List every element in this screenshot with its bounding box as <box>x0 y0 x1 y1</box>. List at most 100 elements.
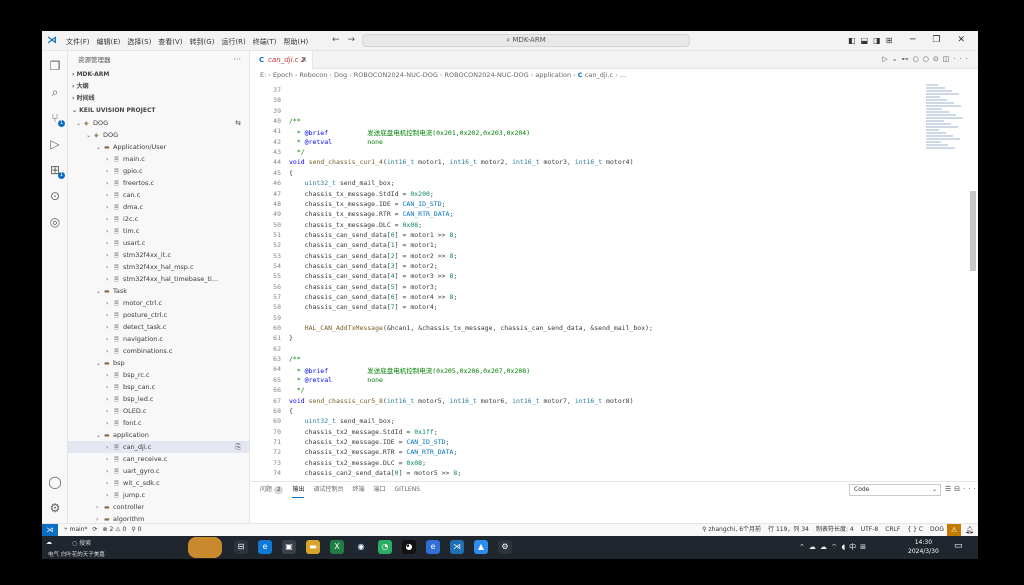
problems-status[interactable]: ⊗ 2 ⚠ 0 <box>103 524 127 536</box>
code-line[interactable]: * @retval none <box>289 138 383 146</box>
warning-icon[interactable]: ⚠ <box>947 524 961 536</box>
tree-file-item[interactable]: › 🗎︎ jump.c <box>68 489 249 501</box>
breadcrumb-item[interactable]: ROBOCON2024-NUC-DOG <box>354 71 438 79</box>
vscode-taskbar-icon[interactable]: ⋊ <box>450 540 464 554</box>
forward-arrow-icon[interactable]: → <box>348 35 364 45</box>
code-line[interactable]: chassis_tx_message.RTR = CAN_RTR_DATA; <box>289 210 454 218</box>
code-line[interactable]: uint32_t send_mail_box; <box>289 417 395 425</box>
code-line[interactable]: HAL_CAN_AddTxMessage(&hcan1, &chassis_tx… <box>289 324 653 332</box>
section-timeline[interactable]: › 时间线 <box>68 93 249 105</box>
tree-file-item[interactable]: › 🗎︎ can_receive.c <box>68 453 249 465</box>
lock-icon[interactable]: ⊟ <box>954 485 963 493</box>
account-icon[interactable]: ◯ <box>48 475 62 489</box>
photos-icon[interactable]: ▲ <box>474 540 488 554</box>
open-changes-icon[interactable]: ⊙ <box>933 55 943 63</box>
code-line[interactable]: */ <box>289 148 305 156</box>
breadcrumb-item[interactable]: E: <box>260 71 266 79</box>
breadcrumb-item[interactable]: ... <box>620 71 626 79</box>
close-tab-icon[interactable]: ✕ <box>301 51 307 69</box>
section-mdk-arm[interactable]: › MDK-ARM <box>68 69 249 81</box>
input-method-icon[interactable]: 中 <box>849 543 860 551</box>
task-view-icon[interactable]: ⊟ <box>234 540 248 554</box>
command-center[interactable]: ⌕ MDK-ARM <box>362 34 690 47</box>
vertical-scrollbar[interactable] <box>970 191 976 271</box>
qq-icon[interactable]: ◕ <box>402 540 416 554</box>
gitlens-icon[interactable]: ◎ <box>48 215 62 229</box>
tree-file-item[interactable]: › 🗎︎ font.c <box>68 417 249 429</box>
tree-file-item[interactable]: › 🗎︎ detect_task.c <box>68 321 249 333</box>
tab-gitlens[interactable]: GITLENS <box>395 482 421 498</box>
tree-file-item[interactable]: › 🗎︎ bsp_rc.c <box>68 369 249 381</box>
ime-options-icon[interactable]: ⊞ <box>860 543 870 551</box>
tree-file-item[interactable]: › 🗎︎ freertos.c <box>68 177 249 189</box>
tree-folder-item[interactable]: ⌄ ◈ DOG ⇆ <box>68 117 249 129</box>
code-line[interactable]: chassis_can_send_data[5] = motor3; <box>289 283 438 291</box>
extensions-icon[interactable]: ⊞ 1 <box>48 163 65 179</box>
search-icon[interactable]: ⌕ <box>48 85 62 99</box>
breadcrumb-item[interactable]: Epoch <box>273 71 293 79</box>
menu-item[interactable]: 选择(S) <box>127 37 151 47</box>
code-line[interactable]: { <box>289 407 293 415</box>
code-line[interactable]: { <box>289 169 293 177</box>
excel-icon[interactable]: X <box>330 540 344 554</box>
code-line[interactable]: void send_chassis_cur5_8(int16_t motor5,… <box>289 397 634 405</box>
notification-center-icon[interactable]: ▭ <box>954 541 963 551</box>
previous-change-icon[interactable]: ○ <box>913 55 923 63</box>
tree-folder-item[interactable]: ⌄ ▬ application <box>68 429 249 441</box>
onedrive-icon[interactable]: ☁ <box>820 543 831 551</box>
code-line[interactable]: chassis_can_send_data[6] = motor4 >> 8; <box>289 293 458 301</box>
encoding-status[interactable]: UTF-8 <box>861 524 879 536</box>
tree-folder-item[interactable]: › ▬ algorithm <box>68 513 249 523</box>
code-line[interactable]: chassis_tx_message.StdId = 0x200; <box>289 190 434 198</box>
run-debug-icon[interactable]: ▷ <box>48 137 62 151</box>
code-line[interactable]: chassis_can_send_data[3] = motor2; <box>289 262 438 270</box>
notifications-bell-icon[interactable]: 🔔︎ <box>965 524 974 536</box>
customize-layout-icon[interactable]: ⊞ <box>886 36 898 45</box>
code-view[interactable]: 37 38 39 40 /** 41 * @brief 发送底盘电机控制电流(0x201,… <box>251 84 966 501</box>
code-line[interactable]: chassis_can_send_data[7] = motor4; <box>289 303 438 311</box>
tree-file-item[interactable]: › 🗎︎ motor_ctrl.c <box>68 297 249 309</box>
menu-item[interactable]: 查看(V) <box>158 37 182 47</box>
ports-status[interactable]: ⚲ 0 <box>131 524 141 536</box>
minimap[interactable] <box>926 84 968 154</box>
tree-folder-item[interactable]: ⌄ ▬ Task <box>68 285 249 297</box>
code-line[interactable]: * @brief 发送底盘电机控制电流(0x205,0x206,0x207,0x… <box>289 365 530 375</box>
menu-item[interactable]: 帮助(H) <box>284 37 309 47</box>
tab-output[interactable]: 输出 <box>292 482 305 498</box>
more-actions-icon[interactable]: ··· <box>963 485 978 493</box>
tree-file-item[interactable]: › 🗎︎ stm32f4xx_hal_msp.c <box>68 261 249 273</box>
tree-folder-item[interactable]: ⌄ ◈ DOG <box>68 129 249 141</box>
tree-file-item[interactable]: › 🗎︎ gpio.c <box>68 165 249 177</box>
toggle-secondary-sidebar-icon[interactable]: ◨ <box>873 36 886 45</box>
branch-status[interactable]: ⑂ main* <box>64 524 88 536</box>
breadcrumb-item[interactable]: ROBOCON2024-NUC-DOG <box>445 71 529 79</box>
gitlens-compare-icon[interactable]: ⊷ <box>902 55 913 63</box>
tree-file-item[interactable]: › 🗎︎ stm32f4xx_it.c <box>68 249 249 261</box>
store-icon[interactable]: ▣ <box>282 540 296 554</box>
show-hidden-icons-icon[interactable]: ⌃ <box>799 543 809 551</box>
breadcrumb-item[interactable]: can_dji.c <box>585 71 613 79</box>
menu-item[interactable]: 编辑(E) <box>97 37 121 47</box>
tree-file-item[interactable]: › 🗎︎ posture_ctrl.c <box>68 309 249 321</box>
code-line[interactable]: } <box>289 334 293 342</box>
code-line[interactable]: chassis_can_send_data[1] = motor1; <box>289 241 438 249</box>
code-line[interactable]: chassis_can2_send_data[0] = motor5 >> 8; <box>289 469 462 477</box>
menu-item[interactable]: 运行(R) <box>221 37 245 47</box>
sync-icon[interactable]: ⟳ <box>93 524 98 536</box>
tree-file-item[interactable]: › 🗎︎ uart_gyro.c <box>68 465 249 477</box>
search-highlight-image[interactable] <box>188 537 222 558</box>
code-line[interactable]: /** <box>289 355 301 363</box>
eol-status[interactable]: CRLF <box>885 524 900 536</box>
code-line[interactable]: /** <box>289 117 301 125</box>
output-channel-select[interactable]: Code ⌄ <box>849 484 941 496</box>
code-line[interactable]: * @brief 发送底盘电机控制电流(0x201,0x202,0x203,0x… <box>289 127 530 137</box>
tab-can-dji[interactable]: Ccan_dji.c 2 ✕ <box>251 51 313 69</box>
indentation-status[interactable]: 制表符长度: 4 <box>816 524 854 536</box>
clock[interactable]: 14:30 2024/3/30 <box>908 538 939 556</box>
toggle-panel-icon[interactable]: ⬓ <box>861 36 874 45</box>
code-line[interactable]: * @retval none <box>289 376 383 384</box>
settings-taskbar-icon[interactable]: ⚙ <box>498 540 512 554</box>
file-explorer-icon[interactable]: ▬ <box>306 540 320 554</box>
back-arrow-icon[interactable]: ← <box>332 35 348 45</box>
tree-file-item[interactable]: › 🗎︎ dma.c <box>68 201 249 213</box>
